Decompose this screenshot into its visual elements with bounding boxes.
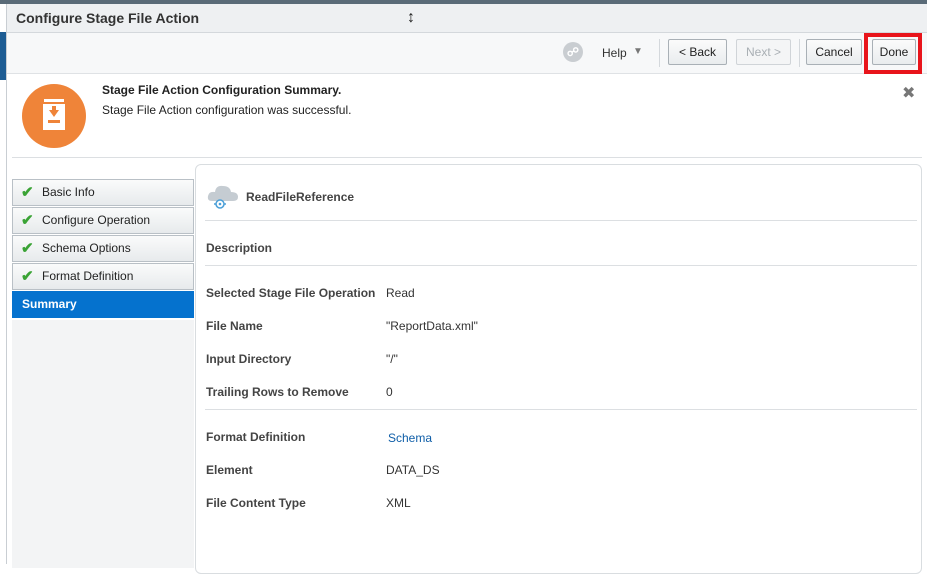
- stage-file-badge-icon: [22, 84, 86, 148]
- nav-item-schema-options[interactable]: ✔ Schema Options: [12, 235, 194, 262]
- summary-content-panel: ReadFileReference Description Selected S…: [195, 164, 922, 574]
- format-definition-label: Format Definition: [206, 430, 306, 444]
- dialog-title: Configure Stage File Action: [16, 10, 200, 26]
- checkmark-icon: ✔: [21, 212, 34, 229]
- close-icon[interactable]: ✖: [902, 83, 915, 103]
- operation-label: Selected Stage File Operation: [206, 286, 376, 300]
- schema-link[interactable]: Schema: [388, 431, 432, 445]
- nav-background: [12, 320, 194, 568]
- wizard-nav: ✔ Basic Info ✔ Configure Operation ✔ Sch…: [12, 179, 194, 319]
- description-label: Description: [206, 241, 273, 255]
- nav-item-label: Summary: [22, 297, 77, 311]
- file-name-value: "ReportData.xml": [386, 319, 478, 333]
- resize-vertical-icon: ↕: [407, 9, 415, 26]
- nav-item-basic-info[interactable]: ✔ Basic Info: [12, 179, 194, 206]
- back-button[interactable]: < Back: [668, 39, 727, 65]
- configure-stage-file-dialog: Configure Stage File Action ↕ ☍ Help ▼ <…: [6, 4, 927, 574]
- action-name: ReadFileReference: [246, 190, 355, 204]
- summary-message-panel: Stage File Action Configuration Summary.…: [7, 74, 927, 160]
- element-value: DATA_DS: [386, 463, 440, 477]
- input-directory-value: "/": [386, 352, 398, 366]
- trailing-rows-label: Trailing Rows to Remove: [206, 385, 349, 399]
- file-name-label: File Name: [206, 319, 263, 333]
- nav-item-configure-operation[interactable]: ✔ Configure Operation: [12, 207, 194, 234]
- checkmark-icon: ✔: [21, 240, 34, 257]
- summary-title: Stage File Action Configuration Summary.: [102, 83, 342, 97]
- nav-item-label: Configure Operation: [42, 213, 151, 227]
- content-divider: [205, 220, 917, 221]
- nav-item-summary[interactable]: Summary: [12, 291, 194, 318]
- summary-message: Stage File Action configuration was succ…: [102, 103, 352, 117]
- section-divider: [12, 157, 922, 158]
- content-divider: [205, 409, 917, 410]
- operation-value: Read: [386, 286, 415, 300]
- cloud-adapter-icon: [207, 185, 238, 209]
- file-content-type-value: XML: [386, 496, 411, 510]
- nav-item-format-definition[interactable]: ✔ Format Definition: [12, 263, 194, 290]
- next-button[interactable]: Next >: [736, 39, 791, 65]
- checkmark-icon: ✔: [21, 184, 34, 201]
- trailing-rows-value: 0: [386, 385, 393, 399]
- element-label: Element: [206, 463, 253, 477]
- nav-item-label: Schema Options: [42, 241, 131, 255]
- toolbar-separator: [659, 39, 660, 67]
- checkmark-icon: ✔: [21, 268, 34, 285]
- file-content-type-label: File Content Type: [206, 496, 306, 510]
- toolbar-separator: [799, 39, 800, 67]
- input-directory-label: Input Directory: [206, 352, 292, 366]
- dialog-titlebar[interactable]: Configure Stage File Action ↕: [7, 4, 927, 33]
- help-icon[interactable]: ☍: [563, 42, 583, 62]
- help-menu[interactable]: Help: [602, 46, 627, 60]
- chevron-down-icon[interactable]: ▼: [633, 46, 643, 57]
- content-divider: [205, 265, 917, 266]
- cancel-button[interactable]: Cancel: [806, 39, 862, 65]
- nav-item-label: Format Definition: [42, 269, 134, 283]
- nav-item-label: Basic Info: [42, 185, 95, 199]
- done-button-highlight: [864, 33, 922, 74]
- wizard-toolbar: ☍ Help ▼ < Back Next > Cancel Done: [7, 33, 927, 74]
